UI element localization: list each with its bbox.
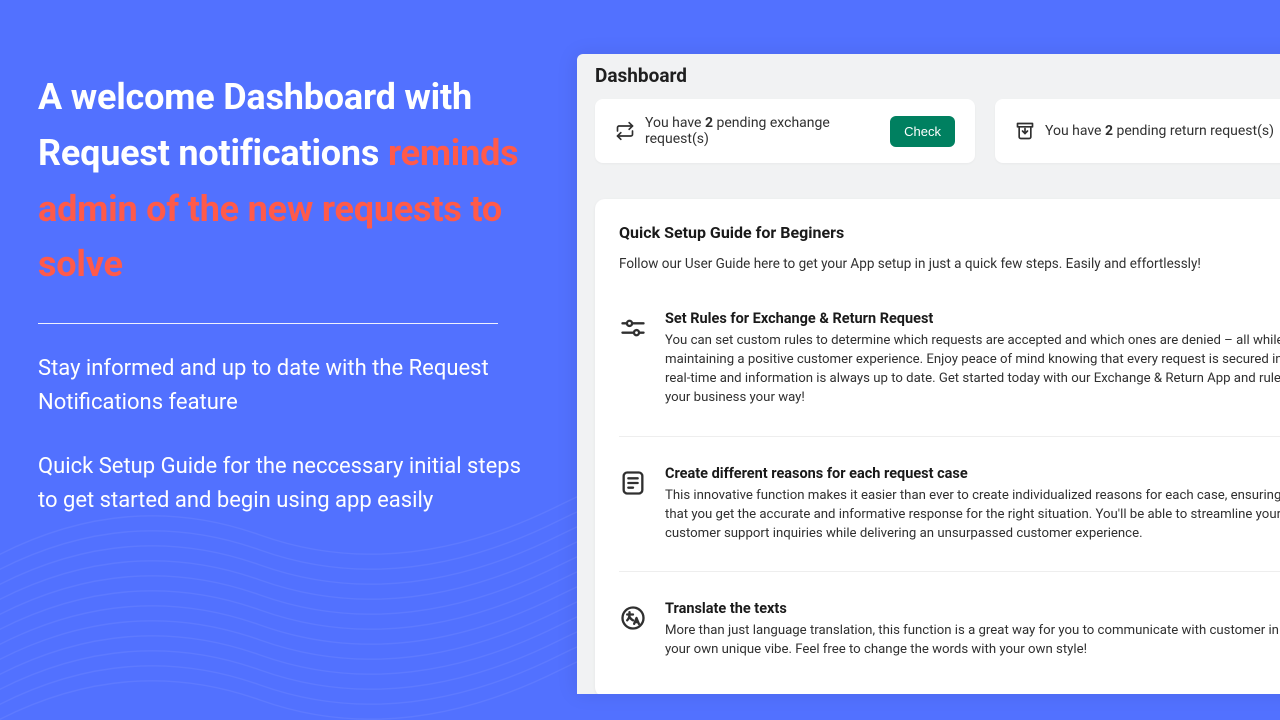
- guide-step[interactable]: Create different reasons for each reques…: [619, 437, 1280, 572]
- step-title: Set Rules for Exchange & Return Request: [665, 310, 1280, 327]
- exchange-icon: [615, 121, 635, 141]
- app-dashboard-screenshot: Dashboard You have 2 pending exchange re…: [577, 54, 1280, 694]
- subtext: Stay informed and up to date with the Re…: [38, 352, 538, 518]
- translate-icon: [619, 604, 647, 632]
- note-icon: [619, 469, 647, 497]
- sliders-icon: [619, 314, 647, 342]
- divider: [38, 323, 498, 324]
- guide-description: Follow our User Guide here to get your A…: [619, 256, 1280, 272]
- notification-row: You have 2 pending exchange request(s) C…: [577, 99, 1280, 163]
- step-desc: This innovative function makes it easier…: [665, 486, 1280, 543]
- page-title: Dashboard: [577, 54, 1280, 99]
- step-desc: You can set custom rules to determine wh…: [665, 331, 1280, 408]
- return-notification-text: You have 2 pending return request(s): [1045, 123, 1280, 139]
- subtext-1: Stay informed and up to date with the Re…: [38, 352, 538, 420]
- return-icon: [1015, 121, 1035, 141]
- guide-title: Quick Setup Guide for Beginers: [619, 223, 1280, 242]
- guide-step[interactable]: Set Rules for Exchange & Return Request …: [619, 282, 1280, 437]
- step-title: Create different reasons for each reques…: [665, 465, 1280, 482]
- check-button[interactable]: Check: [890, 116, 955, 147]
- exchange-notification-text: You have 2 pending exchange request(s): [645, 115, 880, 147]
- setup-guide-card: Quick Setup Guide for Beginers Follow ou…: [595, 199, 1280, 694]
- subtext-2: Quick Setup Guide for the neccessary ini…: [38, 450, 538, 518]
- exchange-notification-card: You have 2 pending exchange request(s) C…: [595, 99, 975, 163]
- step-desc: More than just language translation, thi…: [665, 621, 1280, 659]
- guide-step[interactable]: Translate the texts More than just langu…: [619, 572, 1280, 687]
- step-title: Translate the texts: [665, 600, 1280, 617]
- headline: A welcome Dashboard with Request notific…: [38, 70, 538, 293]
- marketing-panel: A welcome Dashboard with Request notific…: [38, 70, 538, 519]
- return-notification-card: You have 2 pending return request(s): [995, 99, 1280, 163]
